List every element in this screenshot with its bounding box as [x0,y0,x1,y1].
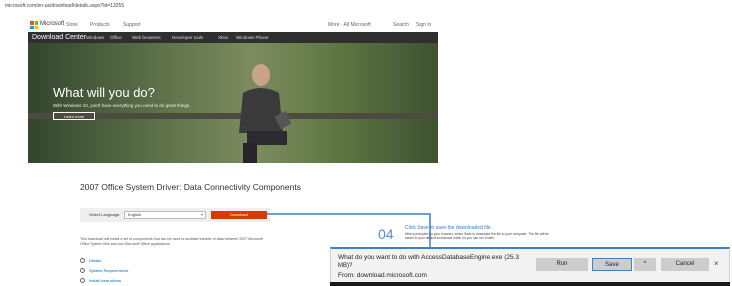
download-question: What do you want to do with AccessDataba… [338,254,520,261]
step-annotation: Click Save to save the downloaded file. … [405,225,555,249]
download-size: MB)? [338,263,353,269]
close-icon[interactable]: × [714,259,719,268]
download-source: From: download.microsoft.com [338,272,427,279]
step-number: 04 [378,226,394,242]
run-button[interactable]: Run [536,258,588,271]
save-button[interactable]: Save [592,258,632,271]
step-title: Click Save to save the downloaded file. [405,225,492,231]
save-options-chevron-icon[interactable]: ^ [634,258,656,271]
annotation-connector [267,213,604,270]
step-description: When prompted by your browser, select Sa… [405,232,549,240]
taskbar [330,282,730,286]
cancel-button[interactable]: Cancel [661,258,709,271]
download-notification-bar: What do you want to do with AccessDataba… [330,247,730,285]
